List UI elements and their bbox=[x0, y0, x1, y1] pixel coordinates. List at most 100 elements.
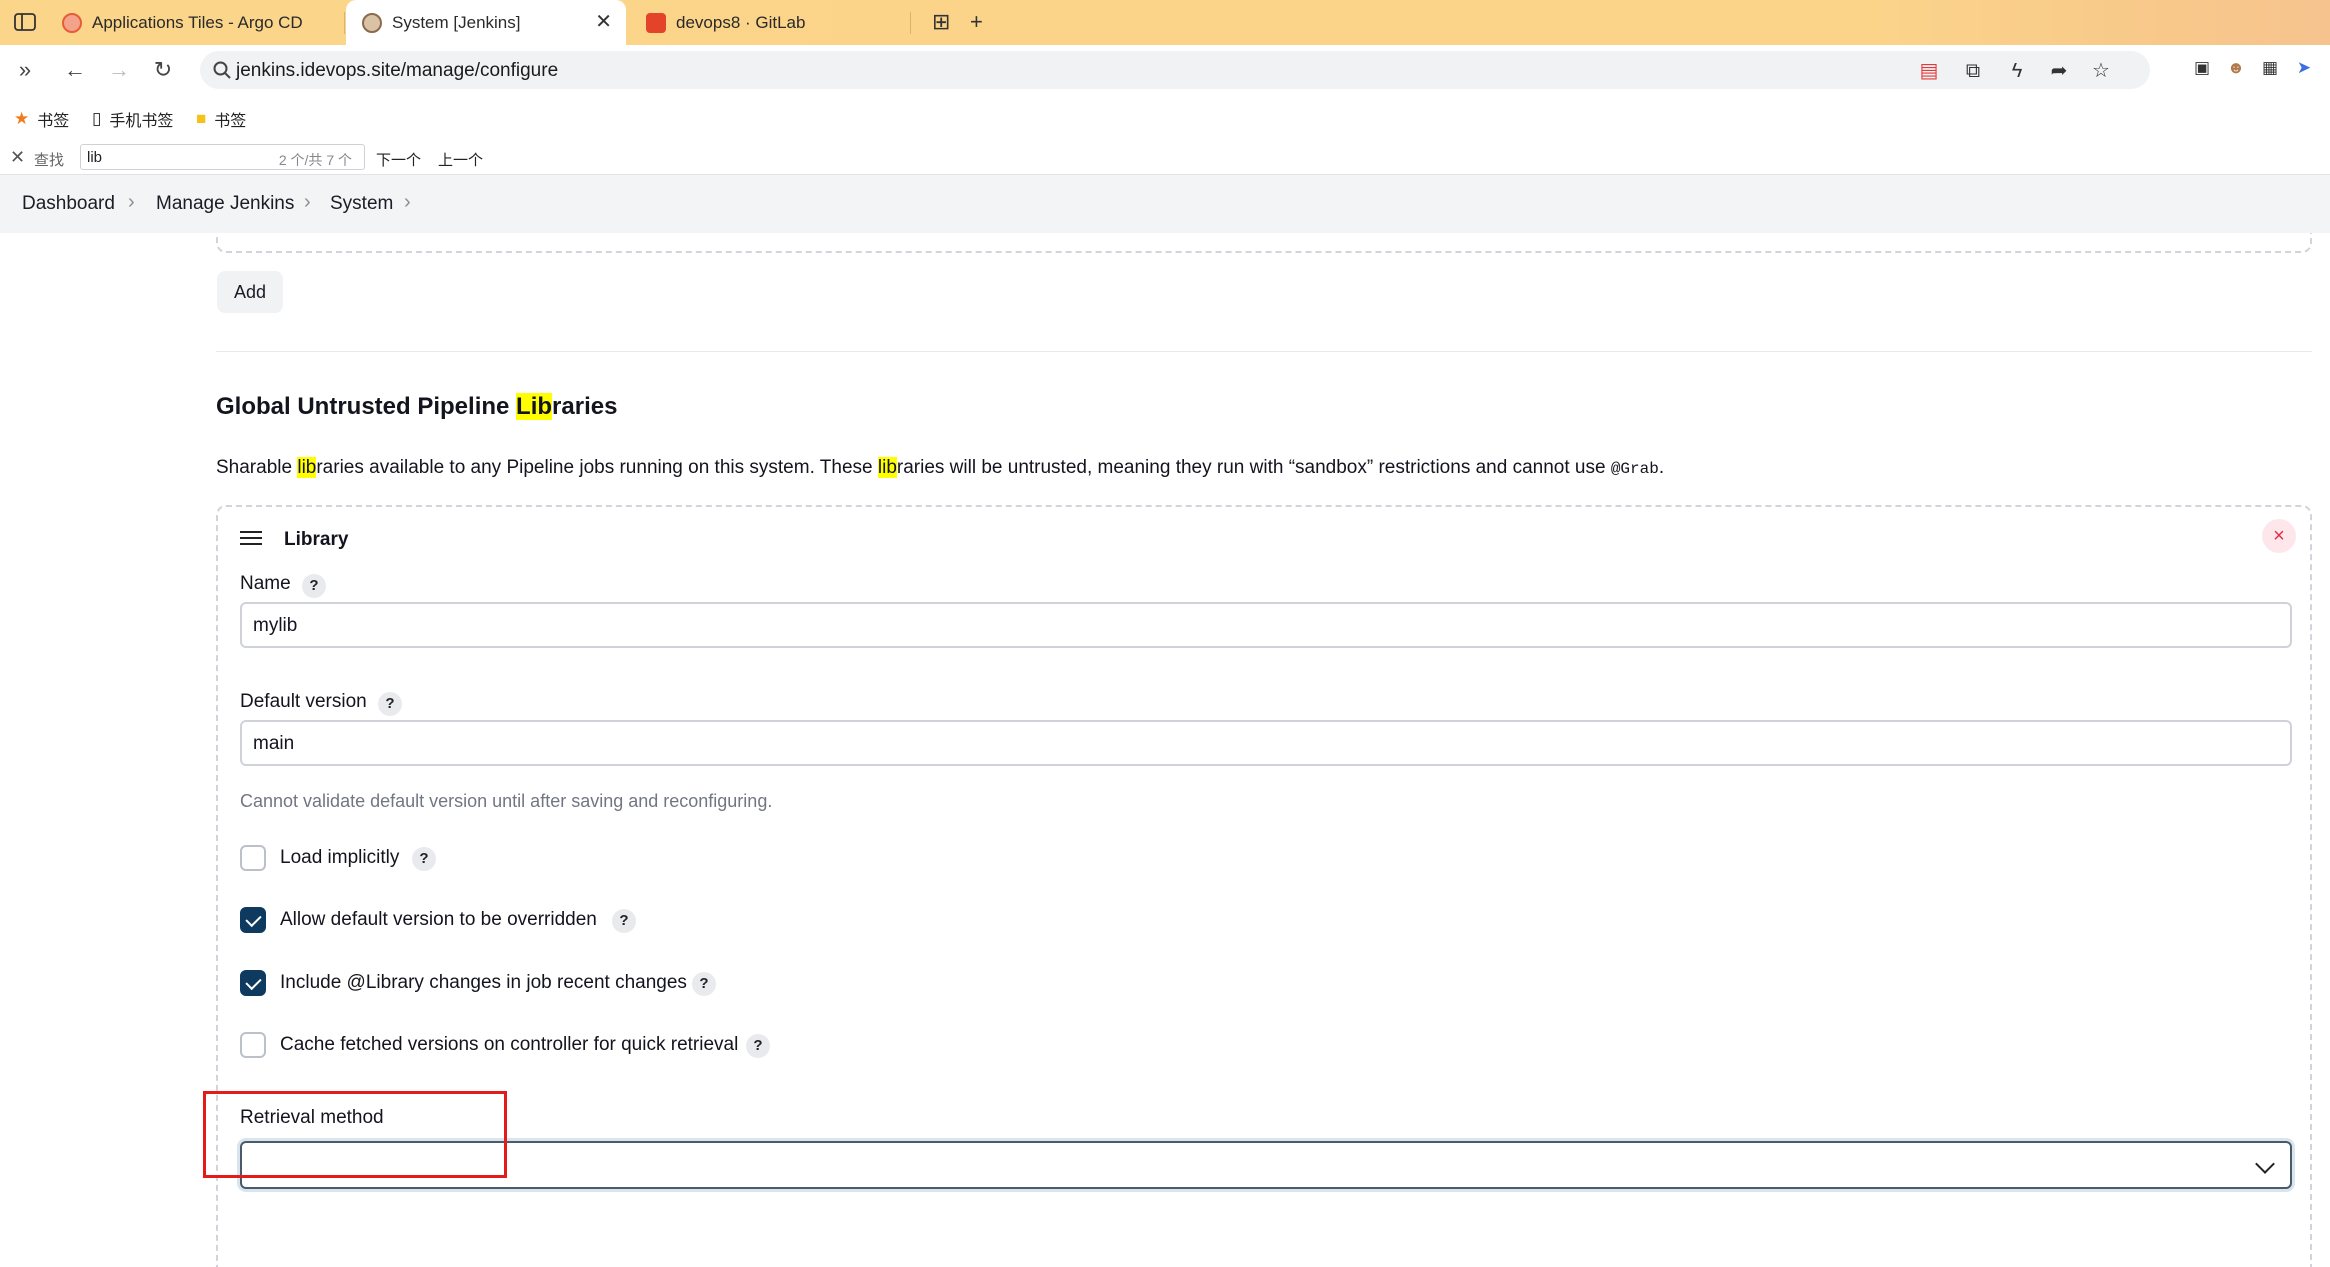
tab-jenkins[interactable]: System [Jenkins] ✕ bbox=[346, 0, 626, 45]
default-version-field[interactable]: main bbox=[240, 720, 2292, 766]
new-tab-icon[interactable]: + bbox=[970, 10, 983, 34]
desc-text: raries will be untrusted, meaning they r… bbox=[896, 457, 1611, 478]
desc-text: . bbox=[1658, 457, 1665, 478]
section-title-text: Global Untrusted Pipeline bbox=[216, 393, 517, 420]
bookmark-item[interactable]: ▯ 手机书签 bbox=[92, 107, 173, 131]
cache-versions-checkbox[interactable] bbox=[240, 1032, 266, 1058]
tab-title: System [Jenkins] bbox=[392, 12, 521, 32]
jenkins-favicon-icon bbox=[362, 12, 382, 33]
name-value: mylib bbox=[253, 615, 298, 636]
find-bar: ✕ 查找 lib 2 个/共 7 个 下一个 上一个 bbox=[0, 140, 2330, 175]
reader-mode-icon[interactable]: ▤ bbox=[1918, 60, 1940, 82]
url-text: jenkins.idevops.site/manage/configure bbox=[236, 60, 559, 81]
breadcrumb: Dashboard › Manage Jenkins › System › bbox=[0, 175, 2330, 233]
allow-override-checkbox[interactable] bbox=[240, 907, 266, 933]
qr-code-icon[interactable]: ▦ bbox=[2260, 58, 2280, 78]
desc-text: Sharable bbox=[216, 457, 298, 478]
name-field[interactable]: mylib bbox=[240, 602, 2292, 648]
default-version-label: Default version bbox=[240, 691, 367, 712]
section-title-text: raries bbox=[552, 393, 618, 420]
chevron-right-icon: › bbox=[128, 191, 135, 213]
load-implicitly-checkbox[interactable] bbox=[240, 845, 266, 871]
breadcrumb-dashboard[interactable]: Dashboard bbox=[22, 193, 115, 215]
chevron-right-icon: › bbox=[304, 191, 311, 213]
allow-override-label[interactable]: Allow default version to be overridden bbox=[280, 909, 597, 931]
grab-code: @Grab bbox=[1610, 460, 1659, 478]
address-bar-row: » ← → ↻ jenkins.idevops.site/manage/conf… bbox=[0, 45, 2330, 95]
section-divider bbox=[216, 351, 2312, 352]
tab-title: Applications Tiles - Argo CD bbox=[92, 12, 303, 32]
browser-tabbar: Applications Tiles - Argo CD System [Jen… bbox=[0, 0, 2330, 45]
url-bar[interactable]: jenkins.idevops.site/manage/configure ▤ … bbox=[200, 51, 2150, 89]
expand-sidebar-icon[interactable]: » bbox=[12, 57, 38, 83]
remove-library-button[interactable]: × bbox=[2262, 519, 2296, 553]
search-highlight: Lib bbox=[516, 393, 553, 420]
include-changes-label[interactable]: Include @Library changes in job recent c… bbox=[280, 972, 687, 994]
library-card: Library × Name ? mylib Default version ?… bbox=[216, 505, 2312, 1267]
section-title: Global Untrusted Pipeline Libraries bbox=[216, 393, 617, 421]
cache-versions-label[interactable]: Cache fetched versions on controller for… bbox=[280, 1034, 738, 1056]
find-input-value: lib bbox=[87, 149, 103, 166]
extension-avatar-icon[interactable]: ☻ bbox=[2226, 58, 2246, 78]
annotation-highlight-box bbox=[203, 1091, 507, 1178]
bookmark-item[interactable]: ■ 书签 bbox=[196, 107, 246, 131]
help-icon[interactable]: ? bbox=[302, 574, 326, 598]
bookmarks-bar: ★ 书签 ▯ 手机书签 ■ 书签 bbox=[0, 95, 2330, 140]
retrieval-method-select[interactable] bbox=[240, 1141, 2292, 1189]
close-find-icon[interactable]: ✕ bbox=[10, 147, 25, 168]
translate-icon[interactable]: ⧉ bbox=[1962, 60, 1984, 82]
lightning-icon[interactable]: ϟ bbox=[2006, 60, 2028, 82]
forward-icon[interactable]: → bbox=[106, 57, 132, 83]
sidebar-toggle-icon[interactable] bbox=[12, 11, 38, 33]
default-version-value: main bbox=[253, 733, 295, 754]
phone-icon: ▯ bbox=[92, 109, 102, 128]
help-icon[interactable]: ? bbox=[746, 1034, 770, 1058]
search-highlight: lib bbox=[877, 457, 897, 478]
search-icon bbox=[213, 61, 231, 79]
search-highlight: lib bbox=[297, 457, 317, 478]
find-input[interactable]: lib 2 个/共 7 个 bbox=[80, 144, 365, 170]
argocd-favicon-icon bbox=[62, 12, 82, 33]
star-icon: ★ bbox=[14, 109, 30, 128]
favorite-star-icon[interactable]: ☆ bbox=[2090, 60, 2112, 82]
folder-icon: ■ bbox=[196, 109, 207, 128]
tab-separator bbox=[910, 12, 911, 34]
include-changes-checkbox[interactable] bbox=[240, 970, 266, 996]
find-next-button[interactable]: 下一个 bbox=[376, 149, 421, 170]
tab-title: devops8 · GitLab bbox=[676, 12, 806, 32]
bookmark-label: 书签 bbox=[37, 113, 70, 130]
breadcrumb-system[interactable]: System bbox=[330, 193, 393, 215]
find-label: 查找 bbox=[34, 152, 65, 169]
section-description: Sharable libraries available to any Pipe… bbox=[216, 457, 1664, 479]
help-icon[interactable]: ? bbox=[612, 909, 636, 933]
share-icon[interactable]: ➦ bbox=[2048, 60, 2070, 82]
extension-screenshot-icon[interactable]: ▣ bbox=[2192, 58, 2212, 78]
extension-bird-icon[interactable]: ➤ bbox=[2294, 58, 2314, 78]
name-label: Name bbox=[240, 573, 291, 594]
help-icon[interactable]: ? bbox=[692, 972, 716, 996]
breadcrumb-manage-jenkins[interactable]: Manage Jenkins bbox=[156, 193, 294, 215]
tab-separator bbox=[344, 12, 345, 34]
find-prev-button[interactable]: 上一个 bbox=[438, 149, 483, 170]
load-implicitly-label[interactable]: Load implicitly bbox=[280, 847, 399, 869]
desc-text: raries available to any Pipeline jobs ru… bbox=[316, 457, 878, 478]
reload-icon[interactable]: ↻ bbox=[150, 57, 176, 83]
close-tab-icon[interactable]: ✕ bbox=[595, 11, 612, 33]
find-match-count: 2 个/共 7 个 bbox=[278, 152, 352, 168]
chevron-down-icon bbox=[2255, 1154, 2275, 1174]
drag-handle-icon[interactable] bbox=[240, 531, 262, 547]
tab-argocd[interactable]: Applications Tiles - Argo CD bbox=[62, 0, 342, 45]
default-version-hint: Cannot validate default version until af… bbox=[240, 791, 773, 811]
gitlab-favicon-icon bbox=[646, 12, 666, 33]
tab-groups-icon[interactable]: ⊞ bbox=[932, 10, 950, 34]
bookmark-item[interactable]: ★ 书签 bbox=[14, 107, 69, 131]
back-icon[interactable]: ← bbox=[62, 57, 88, 83]
add-library-button[interactable]: Add bbox=[217, 271, 283, 313]
help-icon[interactable]: ? bbox=[412, 847, 436, 871]
help-icon[interactable]: ? bbox=[378, 692, 402, 716]
tab-gitlab[interactable]: devops8 · GitLab bbox=[646, 0, 906, 45]
chevron-right-icon[interactable]: › bbox=[404, 191, 411, 214]
bookmark-label: 手机书签 bbox=[109, 113, 174, 130]
library-title: Library bbox=[284, 529, 349, 550]
previous-library-block bbox=[216, 233, 2312, 253]
